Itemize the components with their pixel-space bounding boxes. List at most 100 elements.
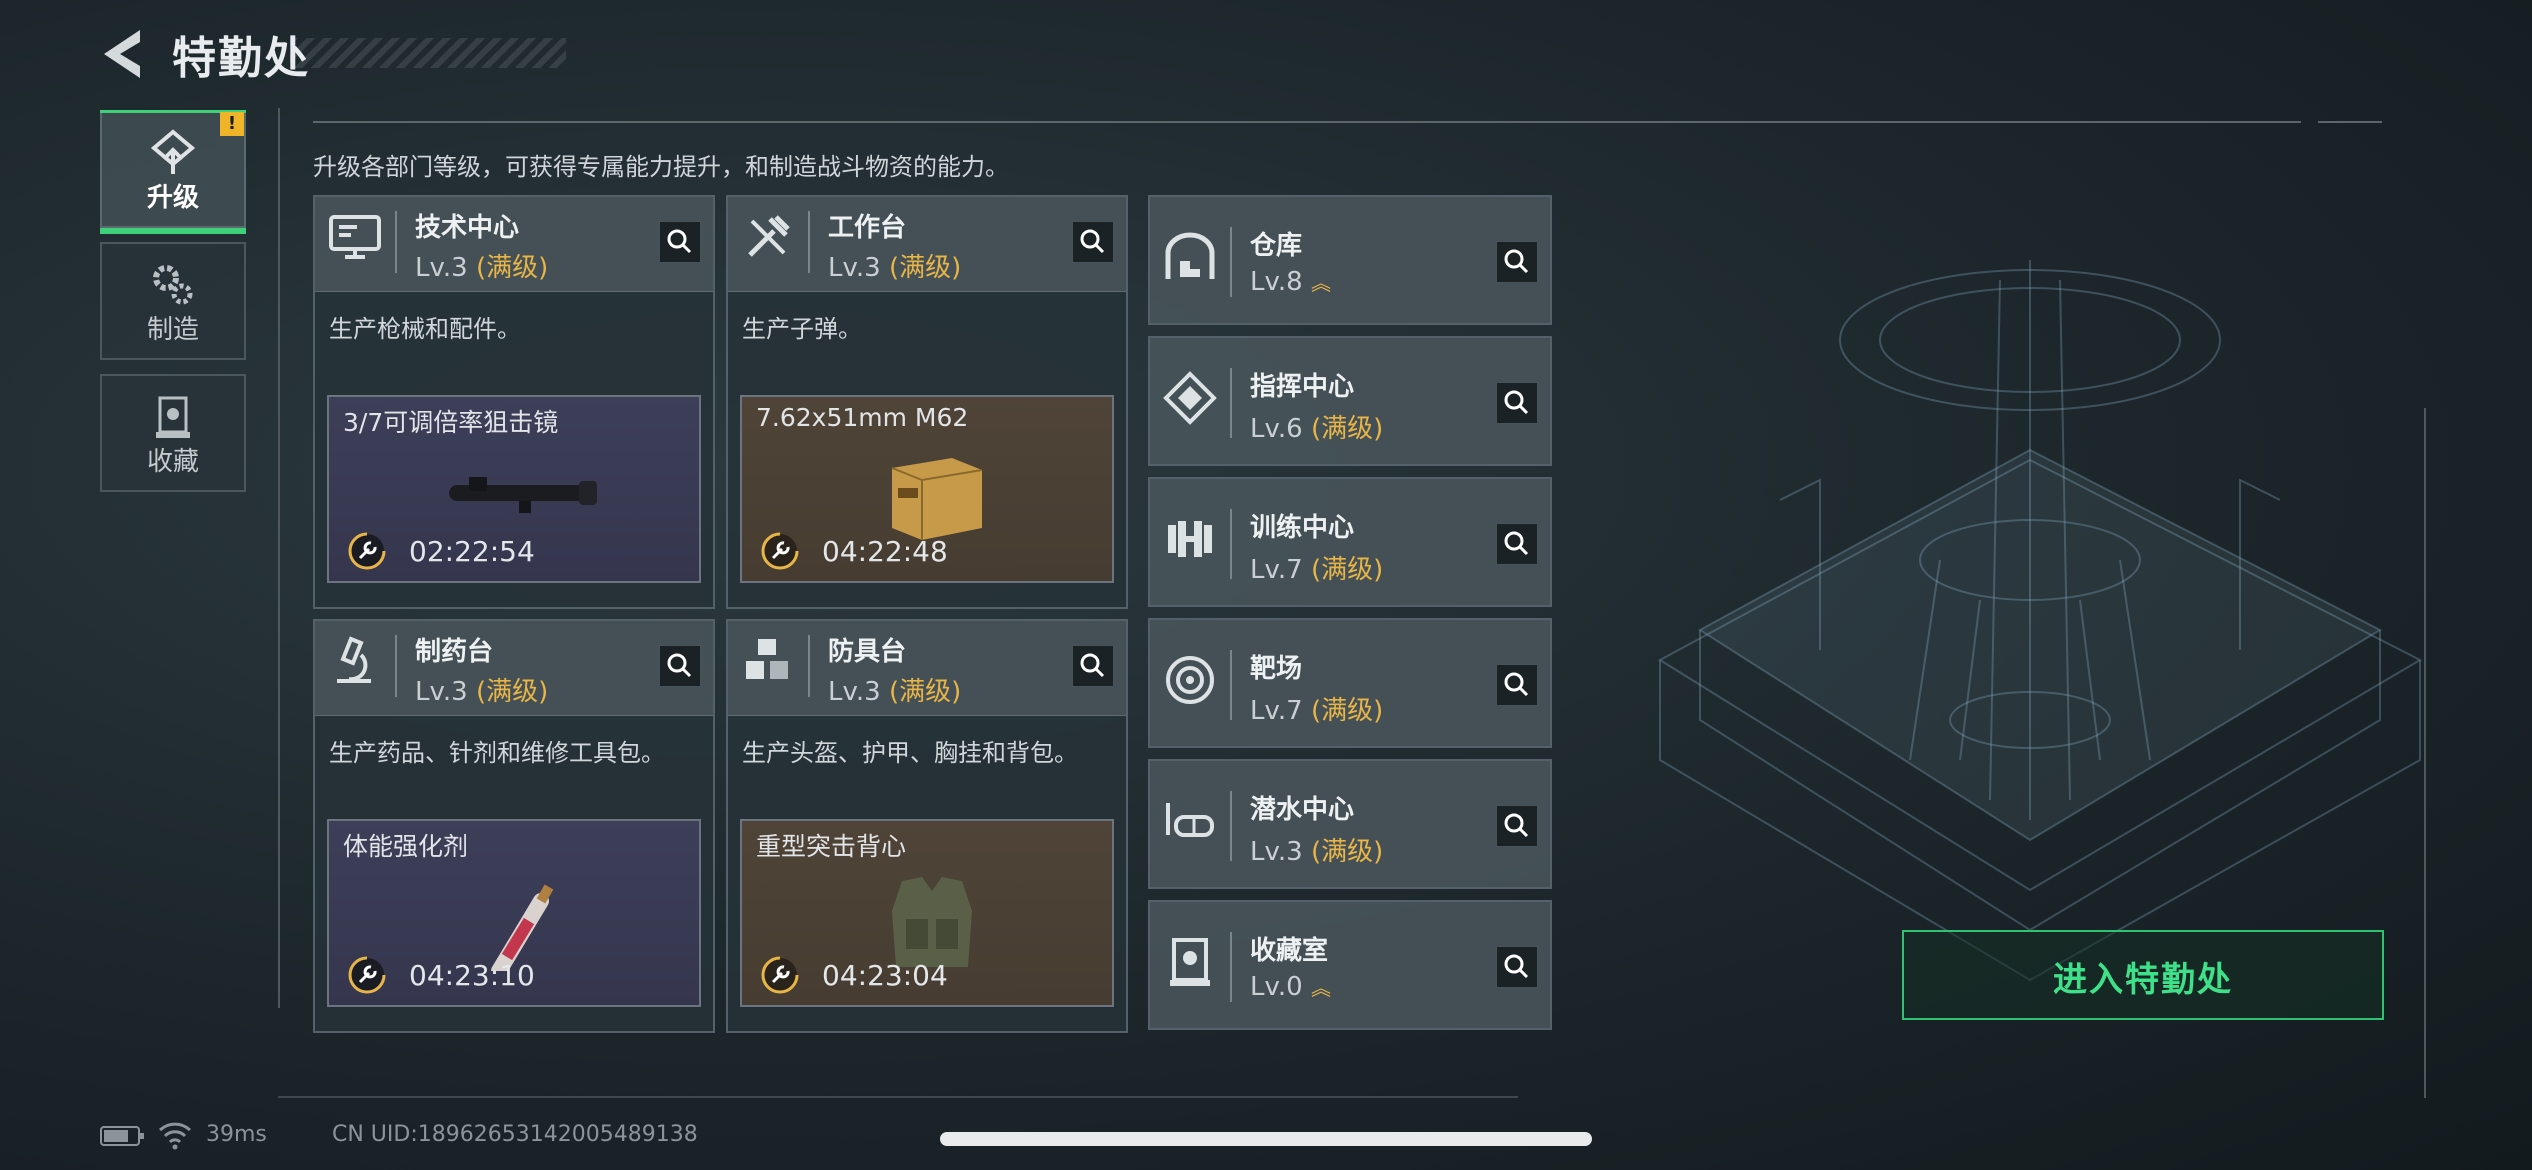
separator (1230, 368, 1232, 438)
sidebar-item-label: 收藏 (146, 447, 199, 477)
enter-special-ops-button[interactable]: 进入特勤处 (1902, 930, 2384, 1020)
production-slot[interactable]: 7.62x51mm M62 04:22:48 (740, 395, 1114, 583)
sidebar-item-collection[interactable]: 收藏 (100, 374, 246, 492)
search-button[interactable] (1072, 221, 1114, 263)
search-button[interactable] (1496, 382, 1538, 424)
facility-level: Lv.8 ︽ (1250, 267, 1331, 297)
warehouse-icon (1160, 229, 1220, 289)
microscope-icon (325, 633, 385, 693)
max-level-label: (满级) (1310, 837, 1384, 867)
facility-level: Lv.6 (满级) (1250, 408, 1383, 445)
timer-wrench-icon (761, 956, 799, 994)
facility-card-diving-center[interactable]: 潜水中心 Lv.3 (满级) (1148, 759, 1552, 889)
facility-name: 潜水中心 (1250, 795, 1355, 825)
separator (1230, 650, 1232, 720)
department-level: Lv.3 (满级) (415, 671, 548, 708)
ammo-box-image (891, 458, 983, 540)
level-value: Lv.6 (1250, 414, 1303, 444)
sidebar-item-label: 升级 (146, 183, 199, 213)
back-button[interactable] (96, 22, 152, 86)
top-frame-line (313, 121, 2301, 123)
scope-image (449, 477, 597, 513)
facility-level: Lv.7 (满级) (1250, 690, 1383, 727)
separator (395, 635, 397, 697)
sidebar-item-craft[interactable]: 制造 (100, 242, 246, 360)
timer-wrench-icon (761, 532, 799, 570)
left-frame-line (278, 108, 280, 1008)
production-timer: 04:23:10 (409, 959, 535, 992)
department-description: 生产药品、针剂和维修工具包。 (329, 739, 665, 767)
facility-name: 仓库 (1250, 231, 1303, 261)
level-value: Lv.3 (415, 677, 468, 707)
department-card-tech-center[interactable]: 技术中心 Lv.3 (满级) 生产枪械和配件。 3/7可调倍率狙击镜 02:22… (313, 195, 715, 609)
card-header: 技术中心 Lv.3 (满级) (315, 197, 713, 292)
active-indicator (100, 228, 246, 234)
production-slot[interactable]: 3/7可调倍率狙击镜 02:22:54 (327, 395, 701, 583)
level-value: Lv.3 (1250, 837, 1303, 867)
search-icon (1504, 672, 1529, 697)
level-value: Lv.7 (1250, 696, 1303, 726)
separator (808, 211, 810, 273)
right-frame-line (2424, 408, 2426, 1098)
separator (1230, 932, 1232, 1002)
separator (1230, 509, 1232, 579)
search-button[interactable] (1496, 523, 1538, 565)
department-card-pharmacy[interactable]: 制药台 Lv.3 (满级) 生产药品、针剂和维修工具包。 体能强化剂 04:23… (313, 619, 715, 1033)
department-level: Lv.3 (满级) (828, 671, 961, 708)
search-icon (667, 653, 692, 678)
upgrade-available-icon: ︽ (1310, 976, 1331, 1000)
facility-card-shooting-range[interactable]: 靶场 Lv.7 (满级) (1148, 618, 1552, 748)
back-arrow-icon (104, 30, 140, 78)
facility-name: 训练中心 (1250, 513, 1355, 543)
department-description: 生产子弹。 (742, 315, 862, 343)
level-value: Lv.3 (828, 677, 881, 707)
search-icon (1504, 249, 1529, 274)
max-level-label: (满级) (888, 677, 962, 707)
max-level-label: (满级) (1310, 696, 1384, 726)
department-description: 生产枪械和配件。 (329, 315, 521, 343)
search-button[interactable] (659, 221, 701, 263)
target-icon (1160, 652, 1220, 712)
production-slot[interactable]: 体能强化剂 04:23:10 (327, 819, 701, 1007)
department-card-workbench[interactable]: 工作台 Lv.3 (满级) 生产子弹。 7.62x51mm M62 04:22:… (726, 195, 1128, 609)
card-header: 制药台 Lv.3 (满级) (315, 621, 713, 716)
max-level-label: (满级) (888, 253, 962, 283)
search-icon (1504, 531, 1529, 556)
department-name: 技术中心 (415, 213, 520, 243)
facility-name: 指挥中心 (1250, 372, 1355, 402)
facility-card-warehouse[interactable]: 仓库 Lv.8 ︽ (1148, 195, 1552, 325)
max-level-label: (满级) (475, 253, 549, 283)
facility-card-training-center[interactable]: 训练中心 Lv.7 (满级) (1148, 477, 1552, 607)
facility-card-command-center[interactable]: 指挥中心 Lv.6 (满级) (1148, 336, 1552, 466)
max-level-label: (满级) (1310, 555, 1384, 585)
facility-card-collection-room[interactable]: 收藏室 Lv.0 ︽ (1148, 900, 1552, 1030)
search-button[interactable] (659, 645, 701, 687)
enter-button-label: 进入特勤处 (2053, 960, 2233, 1000)
production-slot[interactable]: 重型突击背心 04:23:04 (740, 819, 1114, 1007)
product-name: 7.62x51mm M62 (756, 403, 969, 432)
separator (1230, 227, 1232, 297)
section-description: 升级各部门等级，可获得专属能力提升，和制造战斗物资的能力。 (313, 153, 1009, 181)
department-card-armor-bench[interactable]: 防具台 Lv.3 (满级) 生产头盔、护甲、胸挂和背包。 重型突击背心 04:2… (726, 619, 1128, 1033)
separator (1230, 791, 1232, 861)
dumbbell-icon (1160, 511, 1220, 571)
search-button[interactable] (1496, 946, 1538, 988)
home-indicator[interactable] (940, 1132, 1592, 1146)
sidebar-item-label: 制造 (146, 315, 199, 345)
sidebar-item-upgrade[interactable]: 升级 ! (100, 110, 246, 234)
search-icon (1080, 229, 1105, 254)
search-button[interactable] (1496, 805, 1538, 847)
department-name: 制药台 (415, 637, 494, 667)
department-name: 防具台 (828, 637, 907, 667)
search-button[interactable] (1496, 664, 1538, 706)
search-button[interactable] (1072, 645, 1114, 687)
base-wireframe-illustration (1658, 260, 2423, 982)
upgrade-available-icon: ︽ (1310, 271, 1331, 295)
card-header: 工作台 Lv.3 (满级) (728, 197, 1126, 292)
level-value: Lv.7 (1250, 555, 1303, 585)
separator (395, 211, 397, 273)
command-icon (1160, 370, 1220, 430)
max-level-label: (满级) (475, 677, 549, 707)
search-button[interactable] (1496, 241, 1538, 283)
production-timer: 02:22:54 (409, 535, 535, 568)
